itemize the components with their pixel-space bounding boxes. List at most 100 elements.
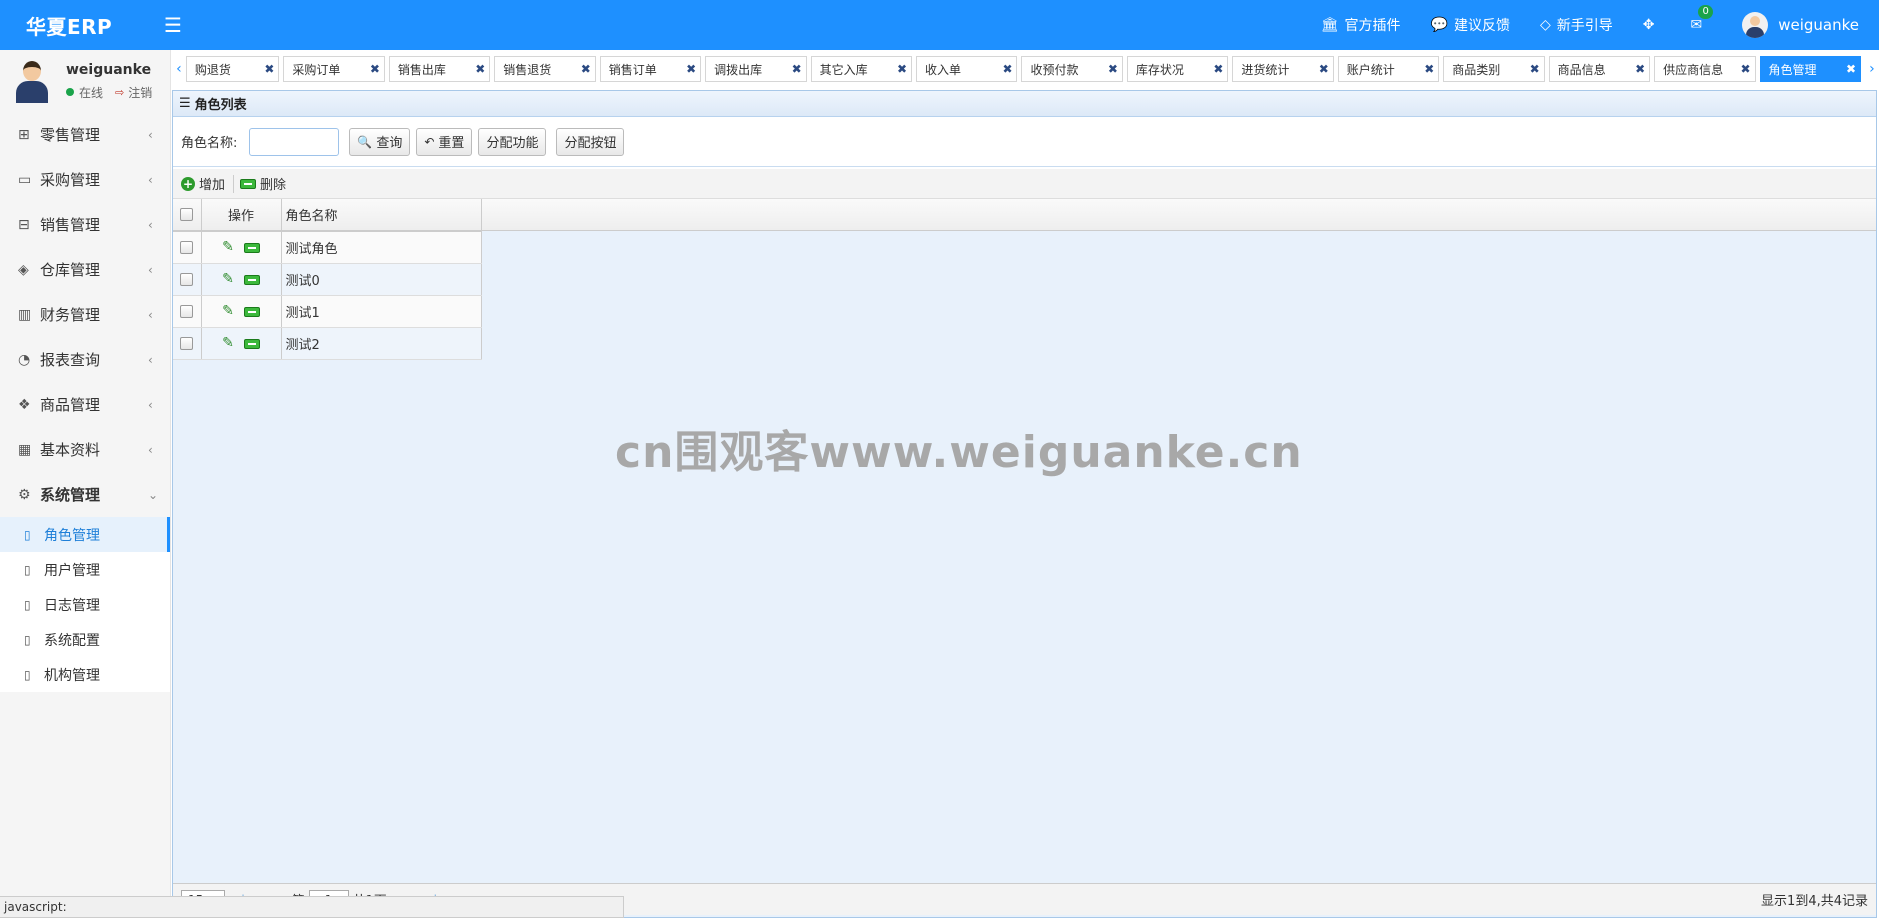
map-icon: ▥ [18, 306, 32, 323]
list-icon: ☰ [179, 96, 191, 111]
close-icon[interactable]: ✖ [1846, 62, 1860, 76]
tab-scroll-left-icon[interactable]: ‹ [172, 61, 186, 77]
delete-row-icon[interactable] [243, 242, 260, 253]
edit-icon[interactable]: ✎ [222, 335, 234, 351]
tab-transfer-out[interactable]: 调拨出库 ✖ [705, 56, 807, 82]
chevron-left-icon: ‹ [148, 127, 153, 142]
column-header-name[interactable]: 角色名称 [281, 199, 482, 232]
undo-icon: ↶ [424, 134, 435, 149]
sidebar-item-reports[interactable]: ◔ 报表查询 ‹ [0, 337, 170, 382]
close-icon[interactable]: ✖ [264, 62, 278, 76]
sidebar-subitem-config[interactable]: ▯ 系统配置 [0, 622, 170, 657]
tab-prepayment[interactable]: 收预付款 ✖ [1021, 56, 1123, 82]
role-name-input[interactable] [249, 127, 340, 156]
close-icon[interactable]: ✖ [1108, 62, 1122, 76]
tab-purchase-stats[interactable]: 进货统计 ✖ [1232, 56, 1334, 82]
table-row[interactable]: ✎ 测试角色 [173, 231, 482, 264]
sidebar-item-sales[interactable]: ⊟ 销售管理 ‹ [0, 202, 170, 247]
row-checkbox[interactable] [173, 263, 202, 296]
delete-row-icon[interactable] [243, 306, 260, 317]
watermark-text: cn围观客www.weiguanke.cn [615, 427, 1303, 478]
sidebar-subitem-logs[interactable]: ▯ 日志管理 [0, 587, 170, 622]
close-icon[interactable]: ✖ [686, 62, 700, 76]
feedback-link[interactable]: 💬 建议反馈 [1431, 15, 1510, 35]
tab-purchase-return[interactable]: 购退货 ✖ [185, 56, 280, 82]
close-icon[interactable]: ✖ [1424, 62, 1438, 76]
close-icon[interactable]: ✖ [792, 62, 806, 76]
user-menu[interactable]: weiguanke [1742, 12, 1859, 38]
table-row[interactable]: ✎ 测试1 [173, 295, 482, 328]
header-actions: 🏛 官方插件 💬 建议反馈 ◇ 新手引导 ✥ ✉ 0 weiguanke [1291, 0, 1879, 50]
delete-row-icon[interactable] [243, 338, 260, 349]
guide-link[interactable]: ◇ 新手引导 [1540, 15, 1613, 35]
sidebar-item-purchase[interactable]: ▭ 采购管理 ‹ [0, 157, 170, 202]
tab-other-in[interactable]: 其它入库 ✖ [810, 56, 913, 82]
chevron-left-icon: ‹ [148, 172, 153, 187]
mail-button[interactable]: ✉ 0 [1690, 5, 1713, 33]
sidebar-subitem-orgs[interactable]: ▯ 机构管理 [0, 657, 170, 692]
close-icon[interactable]: ✖ [1530, 62, 1544, 76]
close-icon[interactable]: ✖ [370, 62, 384, 76]
tab-sales-return[interactable]: 销售退货 ✖ [494, 56, 596, 82]
close-icon[interactable]: ✖ [1002, 62, 1016, 76]
profile-status: 在线 ⇨ 注销 [66, 84, 152, 101]
close-icon[interactable]: ✖ [1635, 62, 1649, 76]
assign-buttons-button[interactable]: 分配按钮 [556, 127, 625, 156]
close-icon[interactable]: ✖ [475, 62, 489, 76]
tab-product-category[interactable]: 商品类别 ✖ [1443, 56, 1545, 82]
logout-link[interactable]: 注销 [128, 84, 152, 101]
table-row[interactable]: ✎ 测试2 [173, 327, 482, 360]
close-icon[interactable]: ✖ [581, 62, 595, 76]
gift-icon: ⊞ [18, 126, 30, 143]
file-icon: ▯ [24, 632, 31, 647]
brand-logo[interactable]: 华夏ERP [0, 11, 170, 40]
sidebar-item-warehouse[interactable]: ◈ 仓库管理 ‹ [0, 247, 170, 292]
delete-row-icon[interactable] [243, 274, 260, 285]
select-all-checkbox[interactable] [173, 199, 202, 232]
logout-icon[interactable]: ⇨ [115, 86, 124, 99]
minus-icon [240, 178, 257, 189]
tab-account-stats[interactable]: 账户统计 ✖ [1337, 56, 1440, 82]
tab-sales-order[interactable]: 销售订单 ✖ [599, 56, 702, 82]
close-icon[interactable]: ✖ [1741, 62, 1755, 76]
sidebar-subitem-roles[interactable]: ▯ 角色管理 [0, 517, 170, 552]
sidebar-item-retail[interactable]: ⊞ 零售管理 ‹ [0, 112, 170, 157]
tab-purchase-order[interactable]: 采购订单 ✖ [283, 56, 385, 82]
add-button[interactable]: + 增加 [181, 174, 225, 193]
tab-product-info[interactable]: 商品信息 ✖ [1548, 56, 1651, 82]
column-header-op: 操作 [201, 199, 282, 232]
query-button[interactable]: 🔍 查询 [349, 127, 411, 156]
table-row[interactable]: ✎ 测试0 [173, 263, 482, 296]
row-checkbox[interactable] [173, 327, 202, 360]
comment-icon: 💬 [1430, 17, 1448, 33]
tab-role-management[interactable]: 角色管理 ✖ [1759, 56, 1861, 82]
row-checkbox[interactable] [173, 231, 202, 264]
file-icon: ▯ [24, 562, 31, 577]
edit-icon[interactable]: ✎ [222, 303, 234, 319]
sidebar-item-system[interactable]: ⚙ 系统管理 ⌄ [0, 472, 170, 517]
reset-button[interactable]: ↶ 重置 [416, 127, 473, 156]
row-checkbox[interactable] [173, 295, 202, 328]
chevron-left-icon: ‹ [148, 262, 153, 277]
sidebar-item-products[interactable]: ❖ 商品管理 ‹ [0, 382, 170, 427]
sidebar-item-finance[interactable]: ▥ 财务管理 ‹ [0, 292, 170, 337]
tab-supplier-info[interactable]: 供应商信息 ✖ [1654, 56, 1756, 82]
tab-income[interactable]: 收入单 ✖ [916, 56, 1018, 82]
fullscreen-button[interactable]: ✥ [1643, 17, 1661, 33]
close-icon[interactable]: ✖ [1319, 62, 1333, 76]
top-header: 华夏ERP ☰ 🏛 官方插件 💬 建议反馈 ◇ 新手引导 ✥ ✉ 0 weiguanke [0, 0, 1879, 50]
delete-button[interactable]: 删除 [240, 174, 286, 193]
sidebar-item-basics[interactable]: ▦ 基本资料 ‹ [0, 427, 170, 472]
pie-icon: ◔ [18, 351, 31, 368]
tab-stock-status[interactable]: 库存状况 ✖ [1126, 56, 1229, 82]
edit-icon[interactable]: ✎ [222, 239, 234, 255]
official-plugins-link[interactable]: 🏛 官方插件 [1321, 15, 1401, 35]
close-icon[interactable]: ✖ [897, 62, 911, 76]
sidebar-subitem-users[interactable]: ▯ 用户管理 [0, 552, 170, 587]
tab-scroll-right-icon[interactable]: › [1865, 61, 1879, 77]
close-icon[interactable]: ✖ [1213, 62, 1227, 76]
tab-sales-out[interactable]: 销售出库 ✖ [388, 56, 491, 82]
menu-toggle-icon[interactable]: ☰ [164, 13, 182, 37]
assign-functions-button[interactable]: 分配功能 [478, 127, 547, 156]
edit-icon[interactable]: ✎ [222, 271, 234, 287]
